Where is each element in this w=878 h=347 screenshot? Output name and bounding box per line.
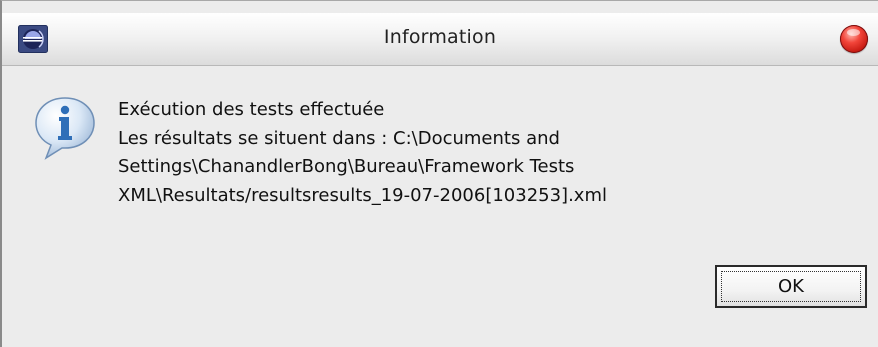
information-dialog: Information Exécution des tests effectué… xyxy=(0,0,878,347)
info-icon xyxy=(35,97,95,160)
message-line: Exécution des tests effectuée xyxy=(118,99,385,120)
message-text: Exécution des tests effectuée Les résult… xyxy=(118,96,607,210)
message-line: Les résultats se situent dans : C:\Docum… xyxy=(118,127,560,149)
message-line: Settings\ChanandlerBong\Bureau\Framework… xyxy=(118,156,575,177)
ok-button[interactable]: OK xyxy=(715,265,867,308)
ok-button-label: OK xyxy=(778,276,804,297)
title-bar[interactable]: Information xyxy=(2,13,878,66)
close-icon[interactable] xyxy=(840,25,868,53)
message-line: XML\Resultats/resultsresults_19-07-2006[… xyxy=(118,184,607,206)
window-title: Information xyxy=(383,26,497,48)
